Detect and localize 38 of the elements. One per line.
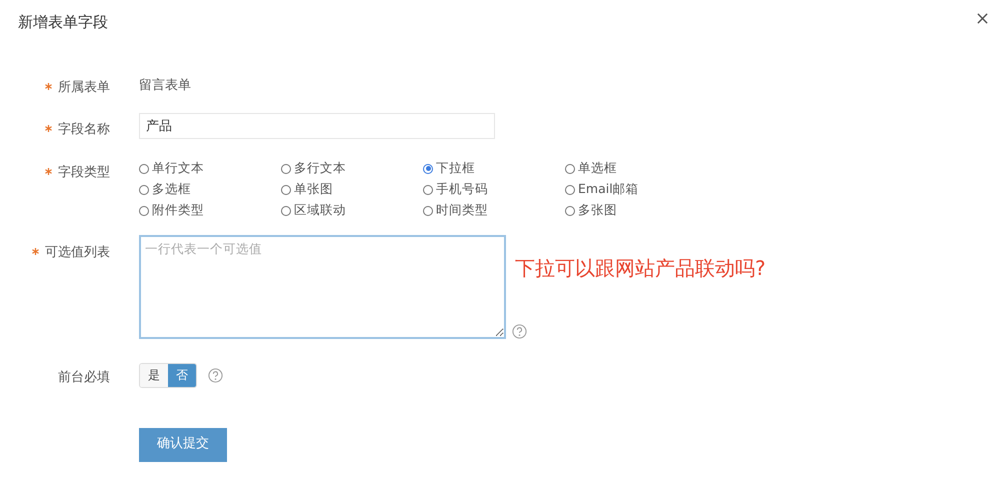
radio-button[interactable] [565,206,575,216]
field-label: 可选值列表 [45,244,110,261]
radio-button[interactable] [423,206,433,216]
field-label: 字段类型 [58,164,110,181]
radio-button[interactable] [281,164,291,174]
radio-label[interactable]: 附件类型 [152,202,204,219]
radio-label[interactable]: 多行文本 [294,160,346,177]
radio-label[interactable]: 下拉框 [436,160,475,177]
field-label: 前台必填 [58,369,110,386]
radio-label[interactable]: 区域联动 [294,202,346,219]
close-icon[interactable] [977,12,988,24]
options-text-area[interactable]: 一行代表一个可选值 [139,235,506,339]
annotation-text: 下拉可以跟网站产品联动吗? [515,255,766,282]
radio-label[interactable]: Email邮箱 [578,181,639,198]
radio-button[interactable] [423,164,433,174]
field-value: 留言表单 [139,77,191,94]
radio-button[interactable] [565,164,575,174]
radio-label[interactable]: 单张图 [294,181,333,198]
radio-button[interactable] [139,184,149,194]
radio-button[interactable] [423,184,433,194]
radio-label[interactable]: 单行文本 [152,160,204,177]
radio-label[interactable]: 手机号码 [436,181,488,198]
name-input-field[interactable]: 产品 [139,113,495,139]
help-icon[interactable] [208,368,223,383]
radio-label[interactable]: 单选框 [578,160,617,177]
toggle-option[interactable]: 是 [140,364,168,387]
radio-label[interactable]: 多选框 [152,181,191,198]
radio-button[interactable] [281,206,291,216]
radio-label[interactable]: 时间类型 [436,202,488,219]
radio-button[interactable] [565,184,575,194]
radio-button[interactable] [139,206,149,216]
radio-button[interactable] [281,184,291,194]
field-label: 所属表单 [58,79,110,96]
radio-label[interactable]: 多张图 [578,202,617,219]
radio-button[interactable] [139,164,149,174]
help-icon[interactable] [512,324,527,339]
field-label: 字段名称 [58,121,110,138]
dialog-title: 新增表单字段 [18,12,108,32]
